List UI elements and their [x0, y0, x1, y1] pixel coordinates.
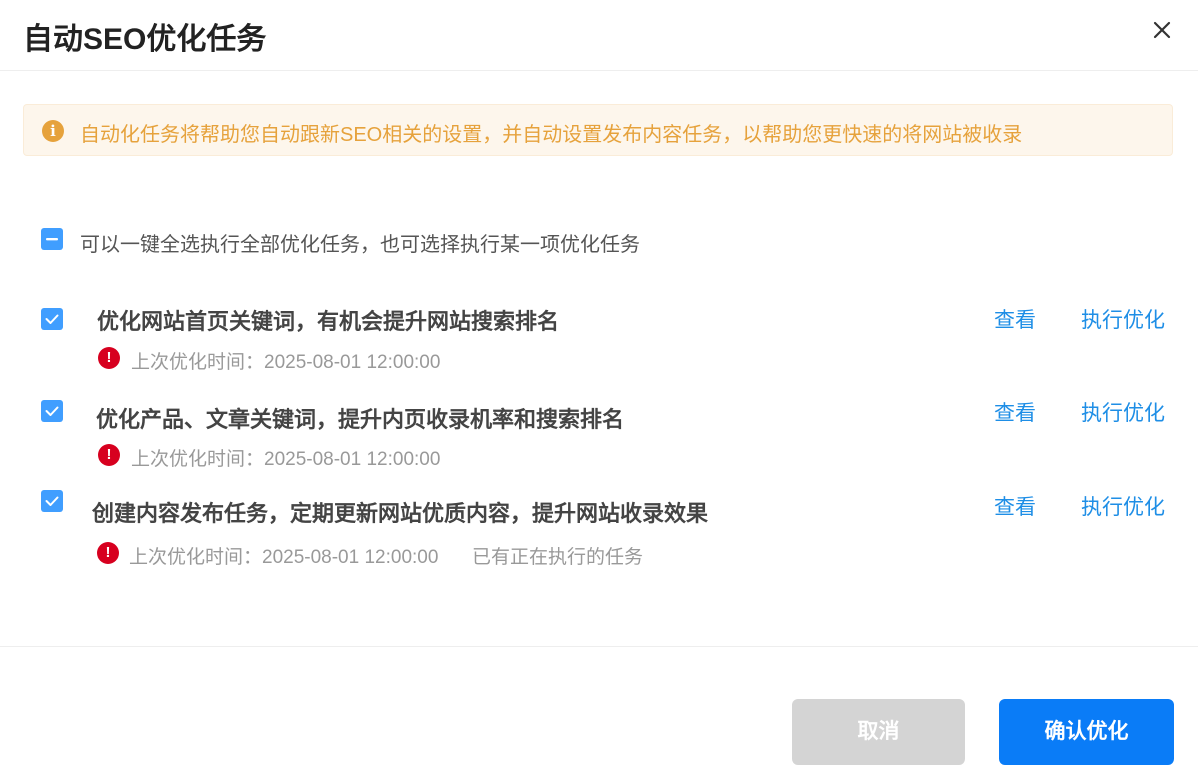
warning-icon: !: [98, 347, 120, 369]
warning-icon: !: [98, 444, 120, 466]
check-icon: [45, 406, 59, 416]
view-link[interactable]: 查看: [994, 397, 1036, 427]
run-optimize-link[interactable]: 执行优化: [1081, 491, 1165, 521]
check-icon: [45, 496, 59, 506]
running-task-notice: 已有正在执行的任务: [472, 547, 644, 568]
indeterminate-icon: [46, 238, 58, 241]
warning-icon: !: [97, 542, 119, 564]
seo-task-dialog: 自动SEO优化任务 i 自动化任务将帮助您自动跟新SEO相关的设置，并自动设置发…: [0, 0, 1198, 774]
cancel-button[interactable]: 取消: [792, 699, 965, 765]
last-optimized-time: 上次优化时间：2025-08-01 12:00:00: [131, 352, 441, 373]
info-notice: i 自动化任务将帮助您自动跟新SEO相关的设置，并自动设置发布内容任务，以帮助您…: [23, 104, 1173, 156]
dialog-title: 自动SEO优化任务: [23, 23, 267, 56]
task-checkbox[interactable]: [41, 400, 63, 422]
task-title: 优化产品、文章关键词，提升内页收录机率和搜索排名: [96, 407, 625, 432]
view-link[interactable]: 查看: [994, 304, 1036, 334]
select-all-label: 可以一键全选执行全部优化任务，也可选择执行某一项优化任务: [80, 234, 640, 256]
last-optimized-time: 上次优化时间：2025-08-01 12:00:00: [131, 449, 441, 470]
run-optimize-link[interactable]: 执行优化: [1081, 397, 1165, 427]
close-button[interactable]: [1148, 16, 1176, 44]
last-optimized-time: 上次优化时间：2025-08-01 12:00:00: [129, 547, 439, 568]
task-title: 创建内容发布任务，定期更新网站优质内容，提升网站收录效果: [92, 501, 709, 526]
task-title: 优化网站首页关键词，有机会提升网站搜索排名: [97, 309, 560, 334]
confirm-optimize-button[interactable]: 确认优化: [999, 699, 1174, 765]
select-all-checkbox[interactable]: [41, 228, 63, 250]
task-row: 优化产品、文章关键词，提升内页收录机率和搜索排名 ! 上次优化时间：2025-0…: [0, 392, 1198, 482]
info-icon: i: [42, 120, 64, 142]
task-row: 创建内容发布任务，定期更新网站优质内容，提升网站收录效果 ! 上次优化时间：20…: [0, 486, 1198, 576]
task-checkbox[interactable]: [41, 490, 63, 512]
check-icon: [45, 314, 59, 324]
view-link[interactable]: 查看: [994, 491, 1036, 521]
notice-text: 自动化任务将帮助您自动跟新SEO相关的设置，并自动设置发布内容任务，以帮助您更快…: [80, 124, 1023, 146]
dialog-header: 自动SEO优化任务: [0, 0, 1198, 71]
close-icon: [1153, 21, 1171, 39]
task-row: 优化网站首页关键词，有机会提升网站搜索排名 ! 上次优化时间：2025-08-0…: [0, 296, 1198, 386]
run-optimize-link[interactable]: 执行优化: [1081, 304, 1165, 334]
dialog-footer: 取消 确认优化: [0, 646, 1198, 775]
task-checkbox[interactable]: [41, 308, 63, 330]
